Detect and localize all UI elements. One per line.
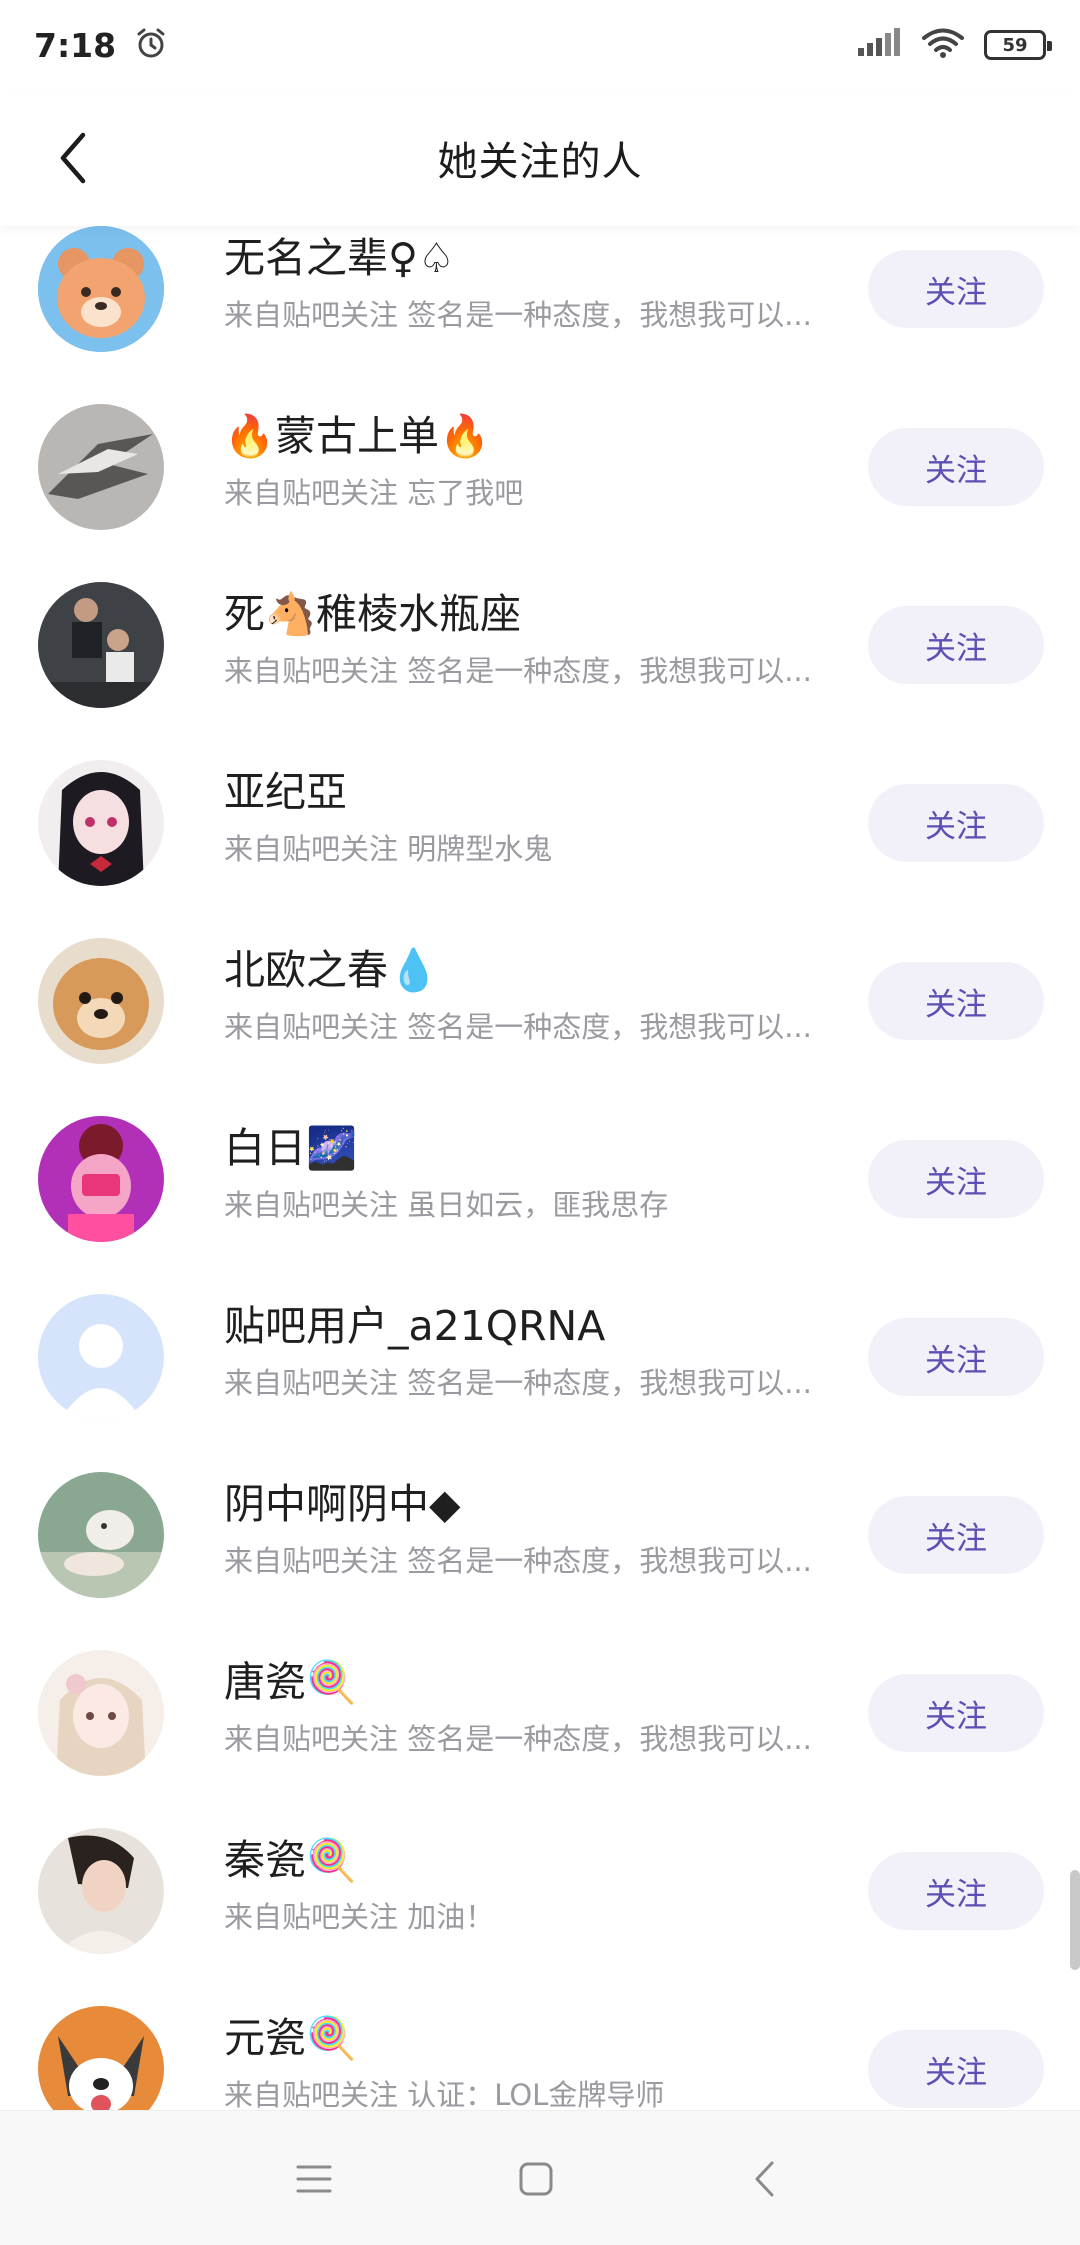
signal-icon bbox=[858, 28, 902, 62]
user-description: 来自贴吧关注 签名是一种态度，我想我可以... bbox=[224, 298, 812, 332]
follow-button[interactable]: 关注 bbox=[868, 1496, 1044, 1574]
user-name: 秦瓷🍭 bbox=[224, 1836, 358, 1884]
back-button[interactable] bbox=[42, 126, 102, 190]
user-description: 来自贴吧关注 签名是一种态度，我想我可以... bbox=[224, 1010, 812, 1044]
user-name: 🔥蒙古上单🔥 bbox=[224, 412, 491, 460]
user-description: 来自贴吧关注 签名是一种态度，我想我可以... bbox=[224, 654, 812, 688]
list-item[interactable]: 贴吧用户_a21QRNA 来自贴吧关注 签名是一种态度，我想我可以... 关注 bbox=[0, 1294, 1080, 1472]
page-header: 她关注的人 bbox=[0, 90, 1080, 226]
menu-button[interactable] bbox=[284, 2151, 344, 2207]
list-item[interactable]: 秦瓷🍭 来自贴吧关注 加油！ 关注 bbox=[0, 1828, 1080, 2006]
avatar[interactable] bbox=[38, 938, 164, 1064]
user-name: 阴中啊阴中◆ bbox=[224, 1480, 461, 1528]
follow-button[interactable]: 关注 bbox=[868, 962, 1044, 1040]
list-item[interactable]: 死🐴稚棱水瓶座 来自贴吧关注 签名是一种态度，我想我可以... 关注 bbox=[0, 582, 1080, 760]
user-name: 贴吧用户_a21QRNA bbox=[224, 1302, 606, 1350]
user-description: 来自贴吧关注 忘了我吧 bbox=[224, 476, 524, 510]
follow-button[interactable]: 关注 bbox=[868, 784, 1044, 862]
user-name: 白日🌌 bbox=[224, 1124, 358, 1172]
avatar[interactable] bbox=[38, 2006, 164, 2110]
list-item[interactable]: 🔥蒙古上单🔥 来自贴吧关注 忘了我吧 关注 bbox=[0, 404, 1080, 582]
avatar[interactable] bbox=[38, 404, 164, 530]
wifi-icon bbox=[922, 27, 964, 63]
avatar[interactable] bbox=[38, 1294, 164, 1420]
user-description: 来自贴吧关注 签名是一种态度，我想我可以... bbox=[224, 1366, 812, 1400]
avatar[interactable] bbox=[38, 760, 164, 886]
user-name: 亚纪亞 bbox=[224, 768, 347, 816]
user-name: 无名之辈♀♤ bbox=[224, 234, 455, 282]
avatar[interactable] bbox=[38, 226, 164, 352]
system-back-button[interactable] bbox=[734, 2151, 794, 2207]
alarm-icon bbox=[134, 26, 168, 64]
status-right: 59 bbox=[858, 27, 1052, 63]
list-item[interactable]: 阴中啊阴中◆ 来自贴吧关注 签名是一种态度，我想我可以... 关注 bbox=[0, 1472, 1080, 1650]
scrollbar-thumb[interactable] bbox=[1070, 1870, 1080, 1970]
list-item[interactable]: 无名之辈♀♤ 来自贴吧关注 签名是一种态度，我想我可以... 关注 bbox=[0, 226, 1080, 404]
list-item[interactable]: 元瓷🍭 来自贴吧关注 认证：LOL金牌导师 关注 bbox=[0, 2006, 1080, 2110]
user-description: 来自贴吧关注 签名是一种态度，我想我可以... bbox=[224, 1544, 812, 1578]
avatar[interactable] bbox=[38, 582, 164, 708]
user-name: 唐瓷🍭 bbox=[224, 1658, 358, 1706]
home-square-icon bbox=[519, 2162, 553, 2196]
avatar[interactable] bbox=[38, 1828, 164, 1954]
home-button[interactable] bbox=[506, 2151, 566, 2207]
follow-button[interactable]: 关注 bbox=[868, 428, 1044, 506]
user-description: 来自贴吧关注 签名是一种态度，我想我可以... bbox=[224, 1722, 812, 1756]
avatar[interactable] bbox=[38, 1116, 164, 1242]
battery-indicator: 59 bbox=[984, 30, 1052, 60]
list-item[interactable]: 亚纪亞 来自贴吧关注 明牌型水鬼 关注 bbox=[0, 760, 1080, 938]
follow-button[interactable]: 关注 bbox=[868, 1318, 1044, 1396]
user-name: 元瓷🍭 bbox=[224, 2014, 358, 2062]
follow-button[interactable]: 关注 bbox=[868, 1674, 1044, 1752]
follow-button[interactable]: 关注 bbox=[868, 250, 1044, 328]
page-title: 她关注的人 bbox=[437, 139, 643, 185]
status-time: 7:18 bbox=[34, 25, 117, 65]
follow-button[interactable]: 关注 bbox=[868, 1140, 1044, 1218]
user-name: 死🐴稚棱水瓶座 bbox=[224, 590, 522, 638]
list-item[interactable]: 北欧之春💧 来自贴吧关注 签名是一种态度，我想我可以... 关注 bbox=[0, 938, 1080, 1116]
chevron-left-icon bbox=[60, 132, 86, 184]
follow-button[interactable]: 关注 bbox=[868, 606, 1044, 684]
user-name: 北欧之春💧 bbox=[224, 946, 440, 994]
following-list: 无名之辈♀♤ 来自贴吧关注 签名是一种态度，我想我可以... 关注 🔥蒙古上单🔥… bbox=[0, 226, 1080, 2110]
status-left: 7:18 bbox=[34, 26, 168, 65]
list-item[interactable]: 白日🌌 来自贴吧关注 虽日如云，匪我思存 关注 bbox=[0, 1116, 1080, 1294]
follow-button[interactable]: 关注 bbox=[868, 1852, 1044, 1930]
avatar[interactable] bbox=[38, 1472, 164, 1598]
user-description: 来自贴吧关注 加油！ bbox=[224, 1900, 495, 1934]
user-description: 来自贴吧关注 明牌型水鬼 bbox=[224, 832, 553, 866]
user-description: 来自贴吧关注 虽日如云，匪我思存 bbox=[224, 1188, 669, 1222]
system-nav-bar bbox=[0, 2110, 1080, 2245]
status-bar: 7:18 59 bbox=[0, 0, 1080, 90]
follow-button[interactable]: 关注 bbox=[868, 2030, 1044, 2108]
menu-icon bbox=[296, 2165, 332, 2193]
list-item[interactable]: 唐瓷🍭 来自贴吧关注 签名是一种态度，我想我可以... 关注 bbox=[0, 1650, 1080, 1828]
back-arrow-icon bbox=[755, 2161, 774, 2197]
avatar[interactable] bbox=[38, 1650, 164, 1776]
user-description: 来自贴吧关注 认证：LOL金牌导师 bbox=[224, 2078, 665, 2110]
